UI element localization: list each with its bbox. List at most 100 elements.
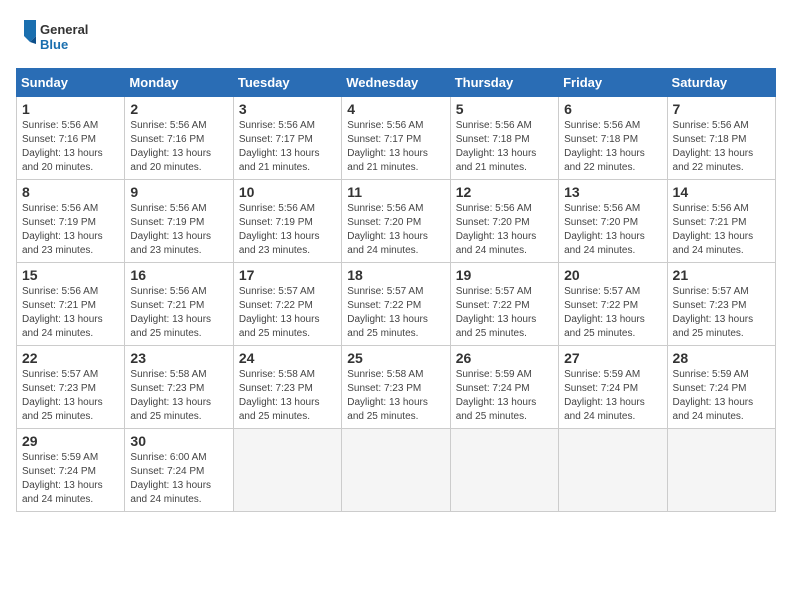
calendar-cell: 25 Sunrise: 5:58 AM Sunset: 7:23 PM Dayli…	[342, 346, 450, 429]
day-info: Sunrise: 5:57 AM Sunset: 7:22 PM Dayligh…	[564, 285, 661, 341]
calendar-cell: 29 Sunrise: 5:59 AM Sunset: 7:24 PM Dayli…	[17, 429, 125, 512]
calendar-cell: 30Sunrise: 6:00 AM Sunset: 7:24 PM Dayli…	[125, 429, 233, 512]
calendar-week-4: 22Sunrise: 5:57 AM Sunset: 7:23 PM Dayli…	[17, 346, 776, 429]
day-info: Sunrise: 5:56 AM Sunset: 7:17 PM Dayligh…	[239, 119, 336, 175]
day-info: Sunrise: 5:56 AM Sunset: 7:18 PM Dayligh…	[564, 119, 661, 175]
day-number: 5	[456, 101, 553, 117]
calendar-cell: 10 Sunrise: 5:56 AM Sunset: 7:19 PM Dayli…	[233, 180, 341, 263]
day-number: 16	[130, 267, 227, 283]
day-info: Sunrise: 5:56 AM Sunset: 7:21 PM Dayligh…	[22, 285, 119, 341]
logo-svg: General Blue	[16, 16, 96, 58]
day-number: 4	[347, 101, 444, 117]
calendar-week-5: 29 Sunrise: 5:59 AM Sunset: 7:24 PM Dayli…	[17, 429, 776, 512]
calendar-cell: 16 Sunrise: 5:56 AM Sunset: 7:21 PM Dayli…	[125, 263, 233, 346]
calendar-cell: 23 Sunrise: 5:58 AM Sunset: 7:23 PM Dayli…	[125, 346, 233, 429]
day-number: 11	[347, 184, 444, 200]
weekday-header-friday: Friday	[559, 69, 667, 97]
day-info: Sunrise: 5:56 AM Sunset: 7:19 PM Dayligh…	[130, 202, 227, 258]
day-number: 26	[456, 350, 553, 366]
day-info: Sunrise: 6:00 AM Sunset: 7:24 PM Dayligh…	[130, 451, 227, 507]
calendar-week-2: 8 Sunrise: 5:56 AM Sunset: 7:19 PM Daylig…	[17, 180, 776, 263]
calendar-cell: 6 Sunrise: 5:56 AM Sunset: 7:18 PM Daylig…	[559, 97, 667, 180]
svg-text:Blue: Blue	[40, 37, 68, 52]
calendar-cell	[559, 429, 667, 512]
day-info: Sunrise: 5:57 AM Sunset: 7:22 PM Dayligh…	[239, 285, 336, 341]
calendar-cell: 14 Sunrise: 5:56 AM Sunset: 7:21 PM Dayli…	[667, 180, 775, 263]
weekday-header-thursday: Thursday	[450, 69, 558, 97]
day-info: Sunrise: 5:56 AM Sunset: 7:18 PM Dayligh…	[673, 119, 770, 175]
day-info: Sunrise: 5:56 AM Sunset: 7:16 PM Dayligh…	[130, 119, 227, 175]
calendar-cell	[667, 429, 775, 512]
calendar-cell: 22Sunrise: 5:57 AM Sunset: 7:23 PM Dayli…	[17, 346, 125, 429]
svg-text:General: General	[40, 22, 88, 37]
day-info: Sunrise: 5:56 AM Sunset: 7:18 PM Dayligh…	[456, 119, 553, 175]
day-number: 3	[239, 101, 336, 117]
calendar-cell: 24 Sunrise: 5:58 AM Sunset: 7:23 PM Dayli…	[233, 346, 341, 429]
calendar-cell: 3 Sunrise: 5:56 AM Sunset: 7:17 PM Daylig…	[233, 97, 341, 180]
calendar-cell	[233, 429, 341, 512]
weekday-header-sunday: Sunday	[17, 69, 125, 97]
calendar-cell: 26 Sunrise: 5:59 AM Sunset: 7:24 PM Dayli…	[450, 346, 558, 429]
day-number: 23	[130, 350, 227, 366]
day-info: Sunrise: 5:58 AM Sunset: 7:23 PM Dayligh…	[347, 368, 444, 424]
weekday-header-saturday: Saturday	[667, 69, 775, 97]
header: General Blue	[16, 16, 776, 58]
day-number: 15	[22, 267, 119, 283]
day-number: 24	[239, 350, 336, 366]
calendar-cell	[342, 429, 450, 512]
day-number: 22	[22, 350, 119, 366]
day-info: Sunrise: 5:56 AM Sunset: 7:20 PM Dayligh…	[347, 202, 444, 258]
calendar-table: SundayMondayTuesdayWednesdayThursdayFrid…	[16, 68, 776, 512]
calendar-cell: 2Sunrise: 5:56 AM Sunset: 7:16 PM Daylig…	[125, 97, 233, 180]
calendar-week-3: 15 Sunrise: 5:56 AM Sunset: 7:21 PM Dayli…	[17, 263, 776, 346]
day-info: Sunrise: 5:56 AM Sunset: 7:19 PM Dayligh…	[239, 202, 336, 258]
day-number: 29	[22, 433, 119, 449]
day-number: 17	[239, 267, 336, 283]
day-info: Sunrise: 5:56 AM Sunset: 7:21 PM Dayligh…	[673, 202, 770, 258]
logo: General Blue	[16, 16, 96, 58]
day-number: 27	[564, 350, 661, 366]
day-number: 7	[673, 101, 770, 117]
day-info: Sunrise: 5:57 AM Sunset: 7:22 PM Dayligh…	[347, 285, 444, 341]
day-number: 8	[22, 184, 119, 200]
day-number: 18	[347, 267, 444, 283]
day-info: Sunrise: 5:56 AM Sunset: 7:20 PM Dayligh…	[456, 202, 553, 258]
calendar-cell: 7 Sunrise: 5:56 AM Sunset: 7:18 PM Daylig…	[667, 97, 775, 180]
day-number: 10	[239, 184, 336, 200]
day-info: Sunrise: 5:59 AM Sunset: 7:24 PM Dayligh…	[456, 368, 553, 424]
calendar-cell: 15 Sunrise: 5:56 AM Sunset: 7:21 PM Dayli…	[17, 263, 125, 346]
day-info: Sunrise: 5:59 AM Sunset: 7:24 PM Dayligh…	[22, 451, 119, 507]
day-info: Sunrise: 5:58 AM Sunset: 7:23 PM Dayligh…	[239, 368, 336, 424]
calendar-week-1: 1Sunrise: 5:56 AM Sunset: 7:16 PM Daylig…	[17, 97, 776, 180]
calendar-cell: 19Sunrise: 5:57 AM Sunset: 7:22 PM Dayli…	[450, 263, 558, 346]
calendar-cell: 5 Sunrise: 5:56 AM Sunset: 7:18 PM Daylig…	[450, 97, 558, 180]
calendar-body: 1Sunrise: 5:56 AM Sunset: 7:16 PM Daylig…	[17, 97, 776, 512]
calendar-cell: 8 Sunrise: 5:56 AM Sunset: 7:19 PM Daylig…	[17, 180, 125, 263]
day-info: Sunrise: 5:56 AM Sunset: 7:19 PM Dayligh…	[22, 202, 119, 258]
calendar-cell: 28 Sunrise: 5:59 AM Sunset: 7:24 PM Dayli…	[667, 346, 775, 429]
day-number: 9	[130, 184, 227, 200]
calendar-cell: 12 Sunrise: 5:56 AM Sunset: 7:20 PM Dayli…	[450, 180, 558, 263]
calendar-cell: 11 Sunrise: 5:56 AM Sunset: 7:20 PM Dayli…	[342, 180, 450, 263]
calendar-cell: 1Sunrise: 5:56 AM Sunset: 7:16 PM Daylig…	[17, 97, 125, 180]
day-number: 14	[673, 184, 770, 200]
weekday-header-wednesday: Wednesday	[342, 69, 450, 97]
day-number: 21	[673, 267, 770, 283]
day-info: Sunrise: 5:59 AM Sunset: 7:24 PM Dayligh…	[673, 368, 770, 424]
calendar-cell: 27 Sunrise: 5:59 AM Sunset: 7:24 PM Dayli…	[559, 346, 667, 429]
calendar-cell: 20 Sunrise: 5:57 AM Sunset: 7:22 PM Dayli…	[559, 263, 667, 346]
day-number: 25	[347, 350, 444, 366]
day-number: 20	[564, 267, 661, 283]
day-number: 28	[673, 350, 770, 366]
weekday-header-row: SundayMondayTuesdayWednesdayThursdayFrid…	[17, 69, 776, 97]
calendar-cell: 4Sunrise: 5:56 AM Sunset: 7:17 PM Daylig…	[342, 97, 450, 180]
day-number: 12	[456, 184, 553, 200]
weekday-header-tuesday: Tuesday	[233, 69, 341, 97]
calendar-cell: 18 Sunrise: 5:57 AM Sunset: 7:22 PM Dayli…	[342, 263, 450, 346]
day-number: 6	[564, 101, 661, 117]
day-info: Sunrise: 5:56 AM Sunset: 7:21 PM Dayligh…	[130, 285, 227, 341]
calendar-cell: 21Sunrise: 5:57 AM Sunset: 7:23 PM Dayli…	[667, 263, 775, 346]
day-info: Sunrise: 5:56 AM Sunset: 7:20 PM Dayligh…	[564, 202, 661, 258]
day-info: Sunrise: 5:59 AM Sunset: 7:24 PM Dayligh…	[564, 368, 661, 424]
day-info: Sunrise: 5:58 AM Sunset: 7:23 PM Dayligh…	[130, 368, 227, 424]
